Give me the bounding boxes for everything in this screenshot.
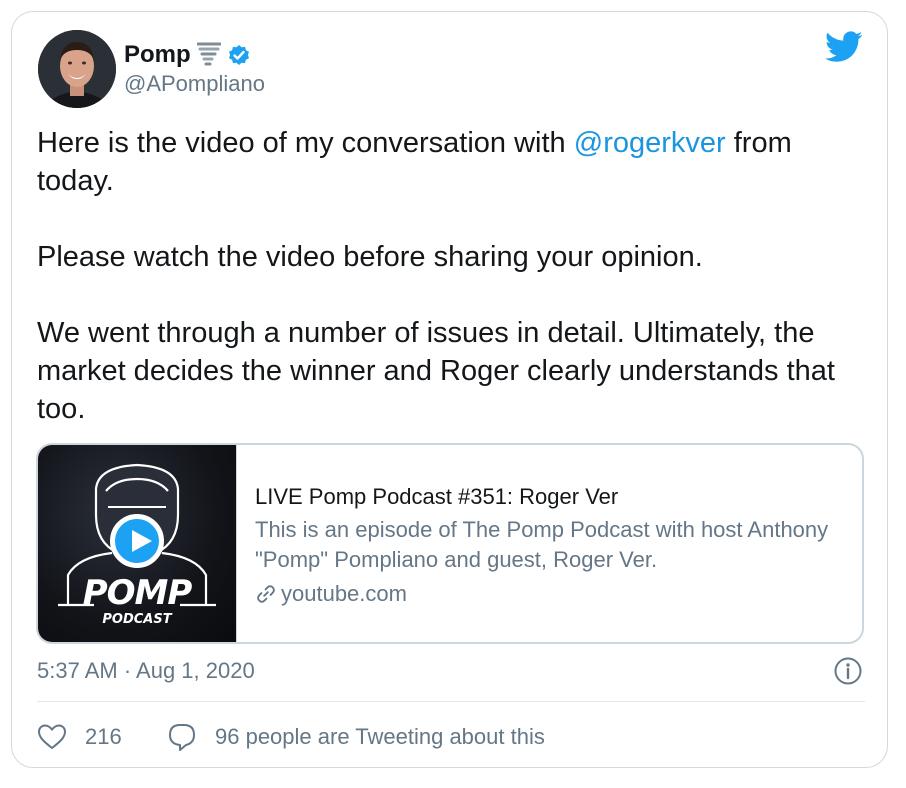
thumbnail-subtitle: PODCAST: [102, 612, 172, 627]
link-icon: [255, 583, 277, 605]
author-handle[interactable]: @APompliano: [124, 70, 265, 98]
like-button[interactable]: 216: [37, 722, 122, 752]
tweet-paragraph-3: We went through a number of issues in de…: [37, 317, 835, 425]
tweet-text: Here is the video of my conversation wit…: [37, 124, 867, 428]
tweet-paragraph-1: Here is the video of my conversation wit…: [37, 124, 867, 200]
link-preview-card[interactable]: POMP PODCAST LIVE Pomp Podcast #351: Rog…: [36, 443, 864, 644]
thumbnail-title: POMP: [82, 573, 193, 613]
link-card-body[interactable]: LIVE Pomp Podcast #351: Roger Ver This i…: [237, 445, 845, 642]
link-card-domain: youtube.com: [281, 581, 407, 606]
twitter-bird-icon[interactable]: [825, 30, 863, 64]
like-count: 216: [85, 724, 122, 749]
play-icon[interactable]: [110, 514, 164, 568]
display-name[interactable]: Pomp: [124, 40, 191, 70]
tweet-paragraph-2: Please watch the video before sharing yo…: [37, 241, 703, 273]
divider: [37, 701, 865, 702]
tweet-timestamp[interactable]: 5:37 AM · Aug 1, 2020: [37, 656, 255, 686]
conversation-link[interactable]: 96 people are Tweeting about this: [167, 722, 545, 752]
conversation-label: 96 people are Tweeting about this: [215, 724, 545, 749]
info-icon[interactable]: [833, 656, 863, 686]
author-name-row[interactable]: Pomp: [124, 40, 251, 70]
link-card-title[interactable]: LIVE Pomp Podcast #351: Roger Ver: [255, 483, 845, 511]
heart-icon: [37, 724, 67, 750]
verified-badge-icon: [227, 43, 251, 67]
link-card-domain-row[interactable]: youtube.com: [255, 579, 845, 609]
avatar-photo: [38, 30, 116, 108]
link-card-description: This is an episode of The Pomp Podcast w…: [255, 517, 829, 572]
mention-link[interactable]: @rogerkver: [574, 127, 726, 159]
link-thumbnail[interactable]: POMP PODCAST: [38, 445, 237, 642]
tornado-emoji-icon: [196, 41, 222, 69]
tweet-text-segment: Here is the video of my conversation wit…: [37, 127, 574, 159]
tweet-embed-card: Pomp @APompliano Here is the video of my…: [11, 11, 888, 768]
speech-bubble-icon: [169, 724, 195, 751]
avatar[interactable]: [38, 30, 116, 108]
